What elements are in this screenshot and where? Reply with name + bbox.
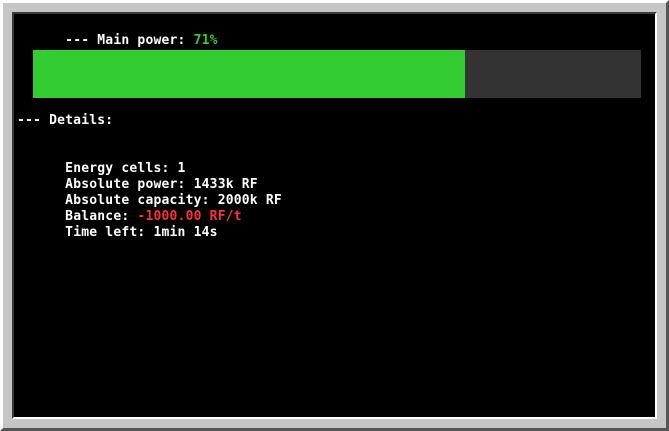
details-header: --- Details: (17, 113, 114, 128)
detail-row-time-left: Time left: 1min 14s (17, 209, 218, 240)
main-power-line: --- Main power: 71% (17, 17, 218, 48)
detail-row-absolute-capacity: Absolute capacity: 2000k RF (17, 177, 282, 208)
detail-row-absolute-power: Absolute power: 1433k RF (17, 161, 258, 192)
detail-row-energy-cells: Energy cells: 1 (17, 145, 186, 176)
detail-label: Time left: (65, 225, 154, 240)
window-frame: --- Main power: 71% --- Details: Energy … (0, 0, 669, 431)
power-bar (33, 50, 641, 98)
detail-value: 1min 14s (153, 225, 218, 240)
main-power-label: --- Main power: (65, 33, 194, 48)
detail-row-balance: Balance: -1000.00 RF/t (17, 193, 242, 224)
main-power-percent: 71% (193, 33, 218, 48)
power-bar-fill (33, 50, 465, 98)
monitor-screen: --- Main power: 71% --- Details: Energy … (12, 12, 657, 419)
